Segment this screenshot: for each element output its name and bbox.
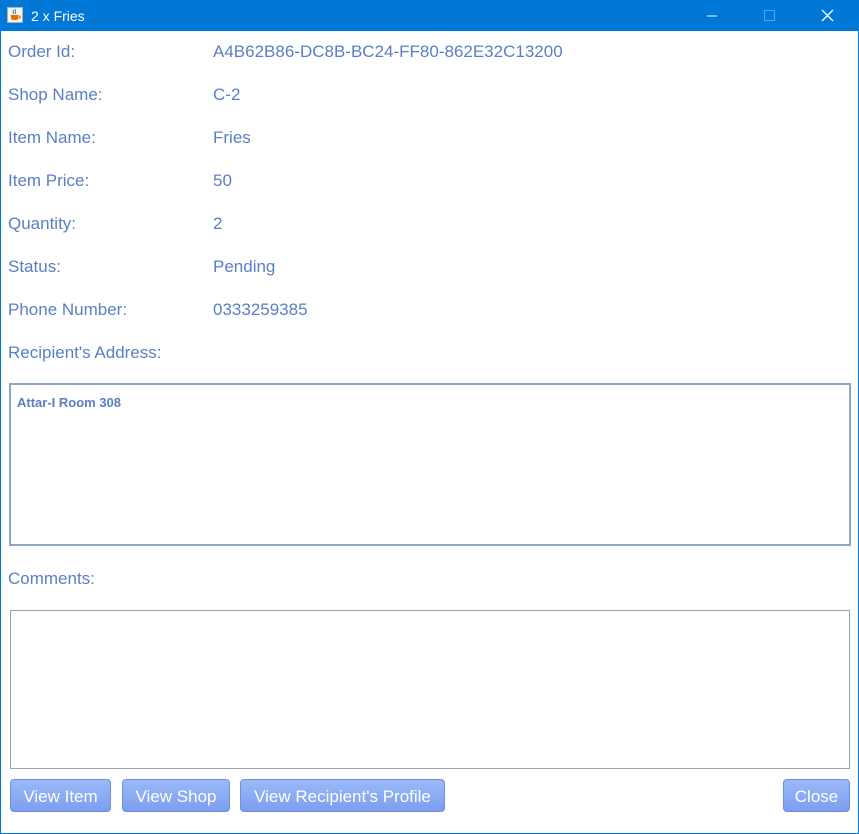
- phone-number-value: 0333259385: [213, 300, 308, 319]
- view-recipient-profile-button[interactable]: View Recipient's Profile: [240, 779, 445, 812]
- close-icon: [821, 9, 834, 22]
- quantity-value: 2: [213, 214, 223, 233]
- maximize-icon: [764, 10, 775, 21]
- item-name-label: Item Name:: [8, 128, 96, 147]
- comments-field[interactable]: [10, 610, 850, 769]
- status-value: Pending: [213, 257, 276, 276]
- recipient-address-value: Attar-I Room 308: [17, 395, 122, 410]
- recipient-address-field[interactable]: Attar-I Room 308: [9, 383, 851, 546]
- order-id-value: A4B62B86-DC8B-BC24-FF80-862E32C13200: [213, 42, 563, 61]
- minimize-icon: [707, 15, 717, 17]
- status-label: Status:: [8, 257, 61, 276]
- shop-name-label: Shop Name:: [8, 85, 103, 104]
- item-name-value: Fries: [213, 128, 251, 147]
- shop-name-value: C-2: [213, 85, 241, 104]
- view-item-button[interactable]: View Item: [10, 779, 111, 812]
- minimize-button[interactable]: [684, 1, 742, 31]
- close-button[interactable]: Close: [783, 779, 850, 812]
- recipient-address-label: Recipient's Address:: [8, 343, 162, 362]
- phone-number-label: Phone Number:: [8, 300, 128, 319]
- order-id-label: Order Id:: [8, 42, 76, 61]
- order-details-window: 2 x Fries Order Id: A4B62B86-DC8B-BC24-F…: [0, 0, 859, 834]
- title-bar[interactable]: 2 x Fries: [1, 1, 858, 31]
- comments-label: Comments:: [8, 569, 95, 588]
- view-shop-button[interactable]: View Shop: [122, 779, 230, 812]
- window-title: 2 x Fries: [31, 8, 85, 24]
- maximize-button[interactable]: [741, 1, 799, 31]
- item-price-label: Item Price:: [8, 171, 90, 190]
- item-price-value: 50: [213, 171, 232, 190]
- quantity-label: Quantity:: [8, 214, 77, 233]
- close-window-button[interactable]: [799, 1, 857, 31]
- java-cup-icon: [7, 7, 23, 23]
